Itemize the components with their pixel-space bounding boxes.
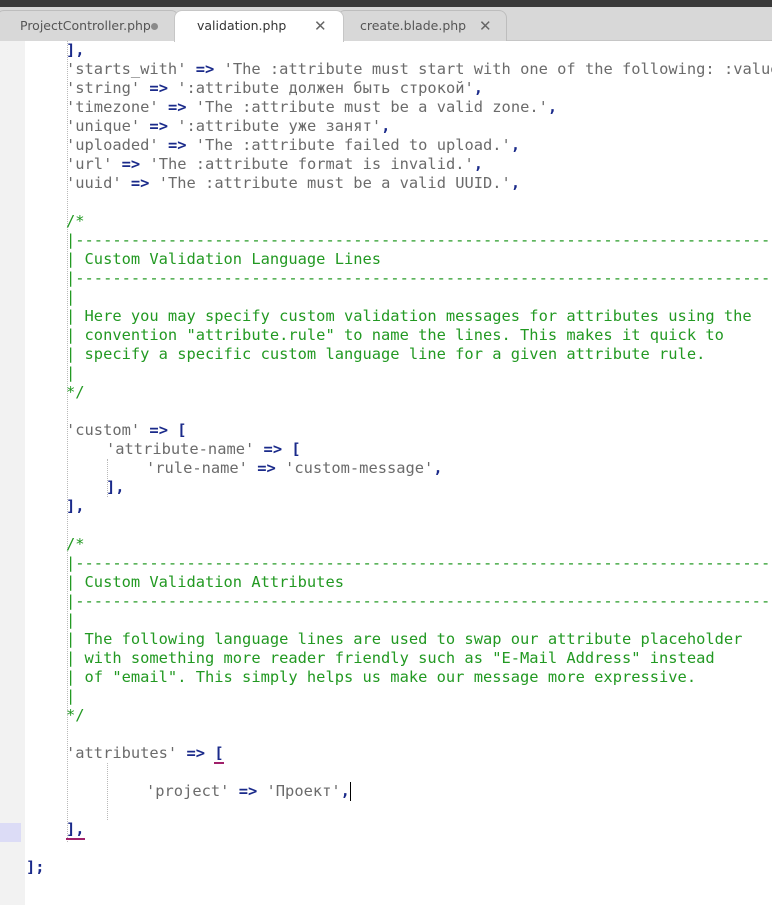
string-value: 'Проект': [266, 782, 341, 800]
string-value: 'The :attribute failed to upload.': [195, 136, 511, 154]
comment-line: /*: [66, 535, 85, 553]
code-line: 'uploaded' => 'The :attribute failed to …: [66, 136, 521, 154]
tab-validation[interactable]: validation.php ✕: [174, 10, 344, 42]
string-value: 'The :attribute must be a valid UUID.': [158, 174, 511, 192]
comment-line: |: [66, 611, 76, 629]
code-line: ],: [66, 41, 85, 59]
code-line: ],: [66, 820, 85, 840]
string-value: 'The :attribute must be a valid zone.': [195, 98, 548, 116]
code-line: 'starts_with' => 'The :attribute must st…: [66, 60, 772, 79]
array-key: 'attributes': [66, 744, 178, 762]
modified-dot-icon[interactable]: [151, 23, 158, 30]
code-line: 'timezone' => 'The :attribute must be a …: [66, 98, 558, 116]
comment-line: | Custom Validation Attributes: [66, 573, 344, 591]
comment-line: |---------------------------------------…: [66, 269, 772, 287]
tab-label: validation.php: [197, 18, 287, 33]
code-line: 'project' => 'Проект',: [146, 782, 351, 801]
string-value: ':attribute уже занят': [177, 117, 382, 135]
comment-line: |---------------------------------------…: [66, 231, 772, 249]
array-key: 'starts_with': [66, 60, 187, 78]
array-key: 'project': [146, 782, 230, 800]
string-value: ':attribute должен быть строкой': [177, 79, 474, 97]
array-key: 'rule-name': [146, 459, 248, 477]
array-key: 'uploaded': [66, 136, 159, 154]
code-line: ];: [26, 858, 45, 876]
text-cursor: [349, 782, 351, 801]
matched-bracket: ],: [66, 820, 85, 840]
array-key: 'custom': [66, 421, 141, 439]
comment-line: |---------------------------------------…: [66, 592, 772, 610]
array-key: 'uuid': [66, 174, 122, 192]
comment-line: */: [66, 706, 85, 724]
current-line-marker: [0, 823, 21, 842]
array-key: 'timezone': [66, 98, 159, 116]
string-value: 'The :attribute must start with one of t…: [223, 60, 772, 78]
comment-line: |: [66, 364, 76, 382]
indent-guide: [67, 763, 68, 820]
tab-bar: ProjectController.php create.blade.php ✕…: [0, 7, 772, 42]
window-top-strip: [0, 0, 772, 7]
string-value: 'custom-message': [285, 459, 434, 477]
tab-projectcontroller[interactable]: ProjectController.php: [0, 10, 179, 41]
comment-line: /*: [66, 212, 85, 230]
code-line: 'attributes' => [: [66, 744, 224, 764]
code-line: 'rule-name' => 'custom-message',: [146, 459, 443, 477]
comment-line: |: [66, 687, 76, 705]
array-key: 'unique': [66, 117, 141, 135]
array-key: 'string': [66, 79, 141, 97]
indent-guide: [107, 763, 108, 820]
comment-line: |---------------------------------------…: [66, 554, 772, 572]
string-value: 'The :attribute format is invalid.': [149, 155, 474, 173]
comment-line: | Here you may specify custom validation…: [66, 307, 752, 325]
comment-line: | of "email". This simply helps us make …: [66, 668, 697, 686]
code-line: ],: [66, 497, 85, 515]
line-gutter[interactable]: [0, 41, 25, 905]
comment-line: | specify a specific custom language lin…: [66, 345, 706, 363]
array-key: 'attribute-name': [106, 440, 255, 458]
comment-line: | The following language lines are used …: [66, 630, 743, 648]
comment-line: | Custom Validation Language Lines: [66, 250, 382, 268]
code-line: 'custom' => [: [66, 421, 187, 439]
close-icon[interactable]: ✕: [479, 11, 492, 41]
code-line: 'attribute-name' => [: [106, 440, 301, 458]
code-line: 'unique' => ':attribute уже занят',: [66, 117, 391, 135]
array-key: 'url': [66, 155, 113, 173]
tab-label: ProjectController.php: [20, 18, 151, 33]
code-line: 'string' => ':attribute должен быть стро…: [66, 79, 484, 97]
code-editor[interactable]: ], 'starts_with' => 'The :attribute must…: [25, 41, 772, 905]
code-line: ],: [106, 478, 125, 496]
tab-create-blade[interactable]: create.blade.php ✕: [337, 10, 507, 41]
tab-label: create.blade.php: [360, 18, 467, 33]
code-line: 'uuid' => 'The :attribute must be a vali…: [66, 174, 521, 192]
comment-line: */: [66, 383, 85, 401]
comment-line: | convention "attribute.rule" to name th…: [66, 326, 724, 344]
matched-bracket: [: [214, 744, 224, 764]
comment-line: | with something more reader friendly su…: [66, 649, 715, 667]
code-line: 'url' => 'The :attribute format is inval…: [66, 155, 484, 173]
comment-line: |: [66, 288, 76, 306]
close-icon[interactable]: ✕: [314, 11, 327, 41]
